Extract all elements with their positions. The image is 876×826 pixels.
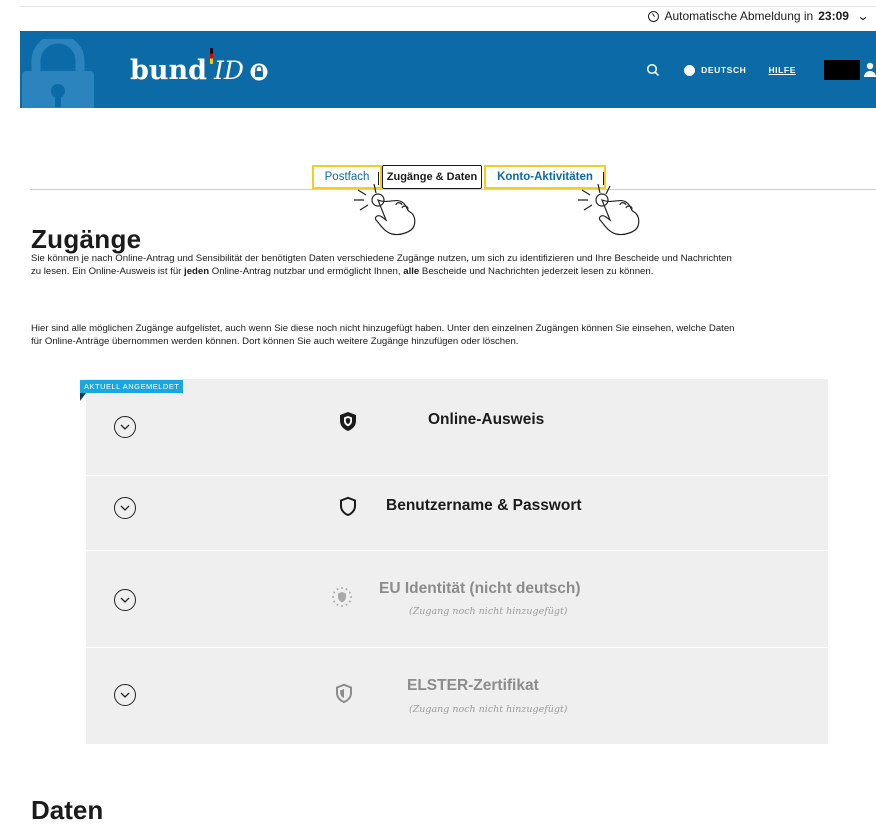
- clock-icon: [648, 10, 660, 22]
- language-selector[interactable]: DEUTSCH: [684, 64, 747, 76]
- expand-button[interactable]: [114, 589, 136, 611]
- expand-button[interactable]: [114, 684, 136, 706]
- eu-shield-icon: [332, 587, 352, 607]
- padlock-icon: [250, 63, 268, 81]
- chevron-down-icon: [120, 597, 130, 603]
- shield-filled-icon: [340, 412, 356, 431]
- search-icon[interactable]: [646, 63, 660, 77]
- help-link[interactable]: HILFE: [768, 65, 796, 75]
- german-flag-dots: [210, 48, 214, 64]
- logo-brand: bund: [130, 55, 208, 86]
- globe-icon: [684, 64, 696, 76]
- badge-fold: [80, 393, 86, 401]
- tabs-underline: [30, 189, 876, 190]
- access-status: (Zugang noch nicht hinzugefügt): [409, 606, 568, 617]
- click-hand-icon: [578, 183, 640, 236]
- intro-text-2: Hier sind alle möglichen Zugänge aufgeli…: [31, 323, 735, 347]
- user-icon[interactable]: [864, 62, 876, 78]
- current-login-badge: AKTUELL ANGEMELDET: [80, 380, 184, 393]
- chevron-down-icon: [120, 692, 130, 698]
- access-title: Online-Ausweis: [428, 411, 545, 428]
- logout-label: Automatische Abmeldung in: [664, 9, 814, 23]
- shield-outline-icon: [340, 496, 356, 517]
- logo-id: ID: [214, 56, 244, 85]
- access-title: ELSTER-Zertifikat: [407, 677, 539, 694]
- lock-background-icon: [22, 39, 94, 108]
- access-row-elster[interactable]: ELSTER-Zertifikat (Zugang noch nicht hin…: [86, 648, 828, 744]
- bundid-logo[interactable]: bund ID: [130, 48, 268, 86]
- chevron-down-icon: [120, 505, 130, 511]
- access-row-eu-identitaet[interactable]: EU Identität (nicht deutsch) (Zugang noc…: [86, 551, 828, 647]
- expand-button[interactable]: [114, 416, 136, 438]
- section-title-daten: Daten: [31, 795, 104, 825]
- redacted-username[interactable]: [824, 60, 860, 80]
- access-status: (Zugang noch nicht hinzugefügt): [409, 704, 568, 715]
- chevron-down-icon[interactable]: ⌄: [856, 9, 869, 23]
- page-title: Zugänge: [31, 224, 142, 254]
- chevron-down-icon: [120, 424, 130, 430]
- access-title: EU Identität (nicht deutsch): [379, 580, 581, 597]
- language-label: DEUTSCH: [701, 65, 747, 75]
- expand-button[interactable]: [114, 497, 136, 519]
- access-row-online-ausweis[interactable]: Online-Ausweis: [86, 379, 828, 475]
- click-hand-icon: [354, 183, 416, 236]
- intro-text-1: Sie können je nach Online-Antrag und Sen…: [31, 253, 732, 277]
- auto-logout-notice[interactable]: Automatische Abmeldung in 23:09 ⌄: [648, 9, 870, 23]
- site-header: bund ID DEUTSCH HILFE: [20, 31, 876, 108]
- elster-shield-icon: [336, 683, 352, 704]
- logout-time: 23:09: [818, 9, 849, 23]
- header-nav: DEUTSCH HILFE: [646, 60, 876, 80]
- top-divider: [20, 6, 876, 7]
- access-title: Benutzername & Passwort: [386, 497, 582, 514]
